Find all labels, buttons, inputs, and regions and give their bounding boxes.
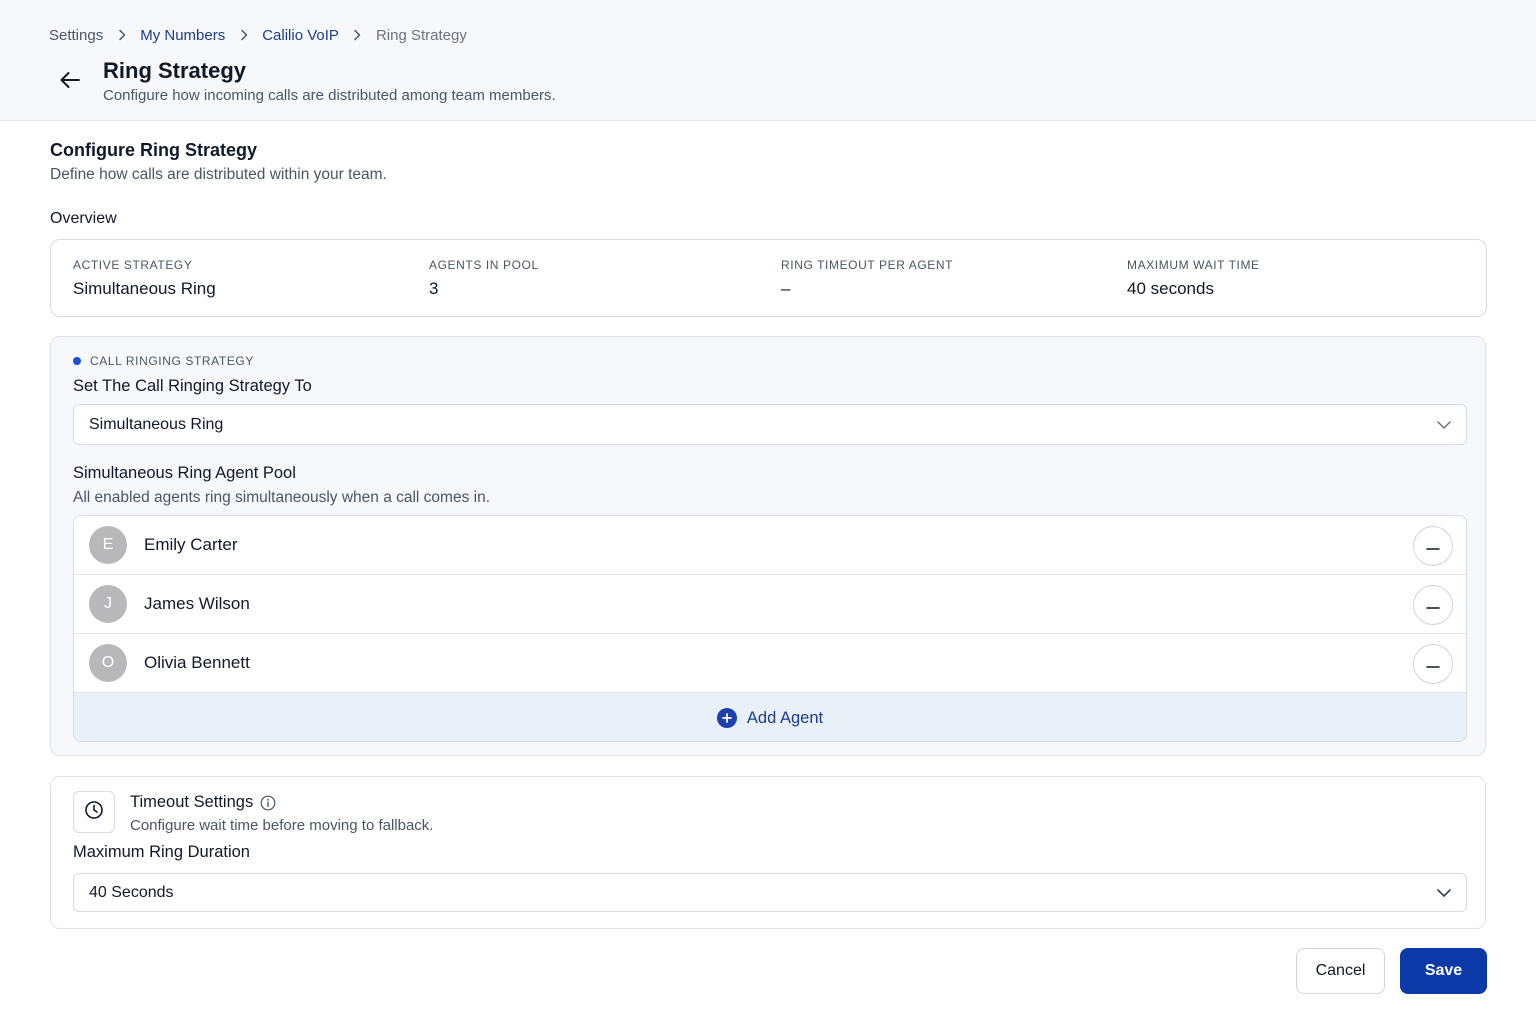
add-agent-label: Add Agent bbox=[746, 708, 824, 727]
add-agent-button[interactable]: Add Agent bbox=[74, 693, 1466, 741]
strategy-select[interactable]: Simultaneous Ring bbox=[73, 404, 1467, 445]
breadcrumb-ring-strategy: Ring Strategy bbox=[375, 26, 467, 44]
breadcrumb-calilio-voip[interactable]: Calilio VoIP bbox=[262, 27, 339, 44]
breadcrumb-my-numbers[interactable]: My Numbers bbox=[140, 27, 225, 44]
chevron-down-icon bbox=[1436, 885, 1452, 906]
minus-icon bbox=[1426, 596, 1440, 614]
overview-card: ACTIVE STRATEGY Simultaneous Ring AGENTS… bbox=[50, 239, 1487, 317]
ringing-strategy-card: CALL RINGING STRATEGY Set The Call Ringi… bbox=[50, 336, 1486, 756]
chevron-right-icon bbox=[103, 29, 140, 41]
minus-icon bbox=[1426, 537, 1440, 555]
agent-row: J James Wilson bbox=[74, 575, 1466, 634]
overview-agents-in-pool-label: AGENTS IN POOL bbox=[429, 258, 539, 272]
strategy-select-value: Simultaneous Ring bbox=[89, 415, 224, 433]
clock-icon bbox=[84, 800, 104, 825]
max-ring-duration-label: Maximum Ring Duration bbox=[73, 843, 250, 861]
chevron-right-icon bbox=[339, 29, 376, 41]
plus-circle-icon bbox=[716, 708, 737, 728]
remove-agent-button[interactable] bbox=[1413, 526, 1453, 566]
timeout-settings-title-text: Timeout Settings bbox=[130, 793, 254, 811]
status-dot-icon bbox=[73, 357, 81, 365]
chevron-down-icon bbox=[1436, 417, 1452, 438]
strategy-select-label: Set The Call Ringing Strategy To bbox=[73, 377, 312, 395]
agent-name: Emily Carter bbox=[144, 535, 238, 554]
overview-agents-in-pool-value: 3 bbox=[429, 279, 439, 298]
overview-ring-timeout: RING TIMEOUT PER AGENT – bbox=[781, 258, 953, 299]
chevron-right-icon bbox=[225, 29, 262, 41]
overview-active-strategy: ACTIVE STRATEGY Simultaneous Ring bbox=[73, 258, 216, 299]
agent-name: James Wilson bbox=[144, 594, 250, 613]
overview-max-wait-value: 40 seconds bbox=[1127, 279, 1214, 298]
page-subtitle: Configure how incoming calls are distrib… bbox=[103, 87, 556, 104]
agent-row: E Emily Carter bbox=[74, 516, 1466, 575]
configure-section-description: Define how calls are distributed within … bbox=[50, 166, 387, 183]
back-button[interactable] bbox=[54, 66, 86, 98]
timeout-settings-title: Timeout Settings bbox=[130, 793, 276, 812]
max-ring-duration-select[interactable]: 40 Seconds bbox=[73, 873, 1467, 912]
agent-row: O Olivia Bennett bbox=[74, 634, 1466, 693]
info-icon[interactable] bbox=[260, 795, 276, 811]
overview-active-strategy-value: Simultaneous Ring bbox=[73, 279, 216, 298]
arrow-left-icon bbox=[59, 71, 81, 94]
clock-icon-box bbox=[73, 791, 115, 833]
timeout-settings-description: Configure wait time before moving to fal… bbox=[130, 817, 434, 834]
cancel-button[interactable]: Cancel bbox=[1296, 948, 1385, 994]
overview-active-strategy-label: ACTIVE STRATEGY bbox=[73, 258, 193, 272]
configure-section-title: Configure Ring Strategy bbox=[50, 140, 258, 160]
ringing-strategy-eyebrow: CALL RINGING STRATEGY bbox=[73, 354, 254, 368]
save-button[interactable]: Save bbox=[1400, 948, 1487, 994]
agent-pool-description: All enabled agents ring simultaneously w… bbox=[73, 489, 491, 506]
overview-max-wait: MAXIMUM WAIT TIME 40 seconds bbox=[1127, 258, 1260, 299]
agent-pool-title: Simultaneous Ring Agent Pool bbox=[73, 464, 296, 482]
max-ring-duration-value: 40 Seconds bbox=[89, 883, 174, 901]
overview-max-wait-label: MAXIMUM WAIT TIME bbox=[1127, 258, 1260, 272]
breadcrumb: Settings My Numbers Calilio VoIP Ring St… bbox=[49, 25, 467, 45]
remove-agent-button[interactable] bbox=[1413, 644, 1453, 684]
overview-ring-timeout-value: – bbox=[781, 279, 791, 298]
page-header: Settings My Numbers Calilio VoIP Ring St… bbox=[0, 0, 1536, 121]
agent-pool-list: E Emily Carter J James Wilson O Olivia B… bbox=[73, 515, 1467, 742]
page-title: Ring Strategy bbox=[103, 58, 247, 83]
overview-agents-in-pool: AGENTS IN POOL 3 bbox=[429, 258, 539, 299]
ringing-strategy-eyebrow-text: CALL RINGING STRATEGY bbox=[90, 354, 254, 368]
overview-ring-timeout-label: RING TIMEOUT PER AGENT bbox=[781, 258, 954, 272]
overview-heading: Overview bbox=[50, 210, 117, 227]
breadcrumb-settings[interactable]: Settings bbox=[49, 27, 103, 44]
agent-name: Olivia Bennett bbox=[144, 653, 250, 672]
timeout-settings-card: Timeout Settings Configure wait time bef… bbox=[50, 776, 1486, 929]
remove-agent-button[interactable] bbox=[1413, 585, 1453, 625]
avatar: O bbox=[89, 644, 127, 682]
avatar: E bbox=[89, 526, 127, 564]
minus-icon bbox=[1426, 655, 1440, 673]
avatar: J bbox=[89, 585, 127, 623]
